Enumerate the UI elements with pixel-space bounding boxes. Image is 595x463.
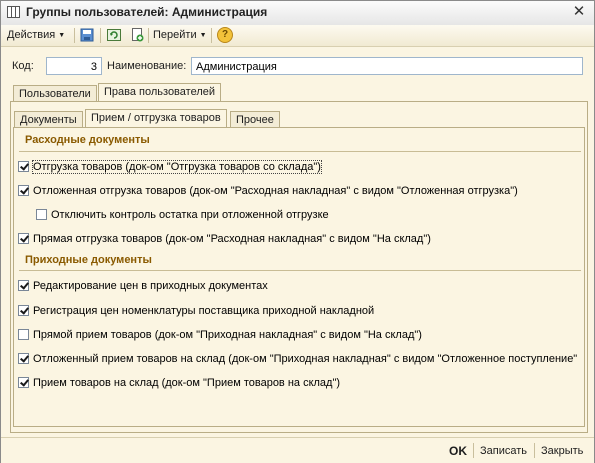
save-icon[interactable] (79, 27, 95, 43)
checkbox[interactable] (18, 305, 29, 316)
toolbar-separator (100, 28, 101, 43)
income-item[interactable]: Прямой прием товаров (док-ом "Приходная … (18, 327, 422, 343)
button-bar: OK Записать Закрыть (1, 437, 594, 463)
income-item[interactable]: Редактирование цен в приходных документа… (18, 278, 268, 294)
checkbox[interactable] (36, 209, 47, 220)
checkbox[interactable] (18, 161, 29, 172)
tab-receipt-shipment[interactable]: Прием / отгрузка товаров (85, 109, 227, 128)
checkbox-label: Прямой прием товаров (док-ом "Приходная … (33, 329, 422, 341)
checkbox[interactable] (18, 185, 29, 196)
name-field[interactable]: Администрация (191, 57, 583, 75)
dialog-window: Группы пользователей: Администрация ✕ Де… (0, 0, 595, 463)
actions-menu[interactable]: Действия ▼ (7, 27, 65, 43)
checkbox[interactable] (18, 233, 29, 244)
expense-item[interactable]: Отложенная отгрузка товаров (док-ом "Рас… (18, 183, 518, 199)
goto-menu-label: Перейти (153, 29, 197, 41)
button-separator (534, 443, 535, 458)
toolbar: Действия ▼ Перейти ▼ ? (1, 25, 594, 47)
button-separator (473, 443, 474, 458)
checkbox-label: Отгрузка товаров (док-ом "Отгрузка товар… (32, 160, 322, 174)
tab-user-rights[interactable]: Права пользователей (98, 83, 221, 102)
ok-button[interactable]: OK (449, 443, 467, 459)
copy-icon[interactable] (129, 27, 145, 43)
expense-subitem[interactable]: Отключить контроль остатка при отложенно… (36, 207, 329, 223)
checkbox[interactable] (18, 377, 29, 388)
title-bar: Группы пользователей: Администрация ✕ (1, 1, 594, 26)
checkbox-label: Отложенная отгрузка товаров (док-ом "Рас… (33, 185, 518, 197)
tab-other[interactable]: Прочее (230, 111, 280, 128)
income-item[interactable]: Регистрация цен номенклатуры поставщика … (18, 303, 374, 319)
expense-item[interactable]: Прямая отгрузка товаров (док-ом "Расходн… (18, 231, 431, 247)
income-section-title: Приходные документы (25, 254, 152, 266)
refresh-icon[interactable] (106, 27, 122, 43)
tab-documents[interactable]: Документы (14, 111, 83, 128)
save-button[interactable]: Записать (480, 443, 527, 459)
section-divider (19, 270, 581, 271)
checkbox-label: Отключить контроль остатка при отложенно… (51, 209, 329, 221)
section-divider (19, 151, 581, 152)
table-icon (7, 6, 20, 18)
checkbox[interactable] (18, 353, 29, 364)
window-title: Группы пользователей: Администрация (26, 5, 268, 19)
goto-menu[interactable]: Перейти ▼ (153, 27, 207, 43)
checkbox-label: Отложенный прием товаров на склад (док-о… (33, 353, 578, 365)
tab-users[interactable]: Пользователи (13, 85, 97, 102)
close-button[interactable]: Закрыть (541, 443, 583, 459)
chevron-down-icon: ▼ (199, 32, 207, 39)
checkbox-label: Регистрация цен номенклатуры поставщика … (33, 305, 375, 317)
actions-menu-label: Действия (7, 29, 56, 41)
checkbox-label: Прямая отгрузка товаров (док-ом "Расходн… (33, 233, 431, 245)
income-item[interactable]: Отложенный прием товаров на склад (док-о… (18, 351, 577, 367)
code-label: Код: (12, 60, 34, 72)
close-icon[interactable]: ✕ (570, 3, 588, 21)
checkbox[interactable] (18, 329, 29, 340)
income-item[interactable]: Прием товаров на склад (док-ом "Прием то… (18, 375, 340, 391)
help-icon[interactable]: ? (217, 27, 233, 43)
checkbox-label: Редактирование цен в приходных документа… (33, 280, 268, 292)
name-label: Наименование: (107, 60, 187, 72)
checkbox-label: Прием товаров на склад (док-ом "Прием то… (33, 377, 341, 389)
chevron-down-icon: ▼ (58, 32, 66, 39)
code-field[interactable]: 3 (46, 57, 102, 75)
expense-section-title: Расходные документы (25, 134, 150, 146)
toolbar-separator (74, 28, 75, 43)
expense-item[interactable]: Отгрузка товаров (док-ом "Отгрузка товар… (18, 159, 322, 175)
toolbar-separator (211, 28, 212, 43)
checkbox[interactable] (18, 280, 29, 291)
toolbar-separator (148, 28, 149, 43)
